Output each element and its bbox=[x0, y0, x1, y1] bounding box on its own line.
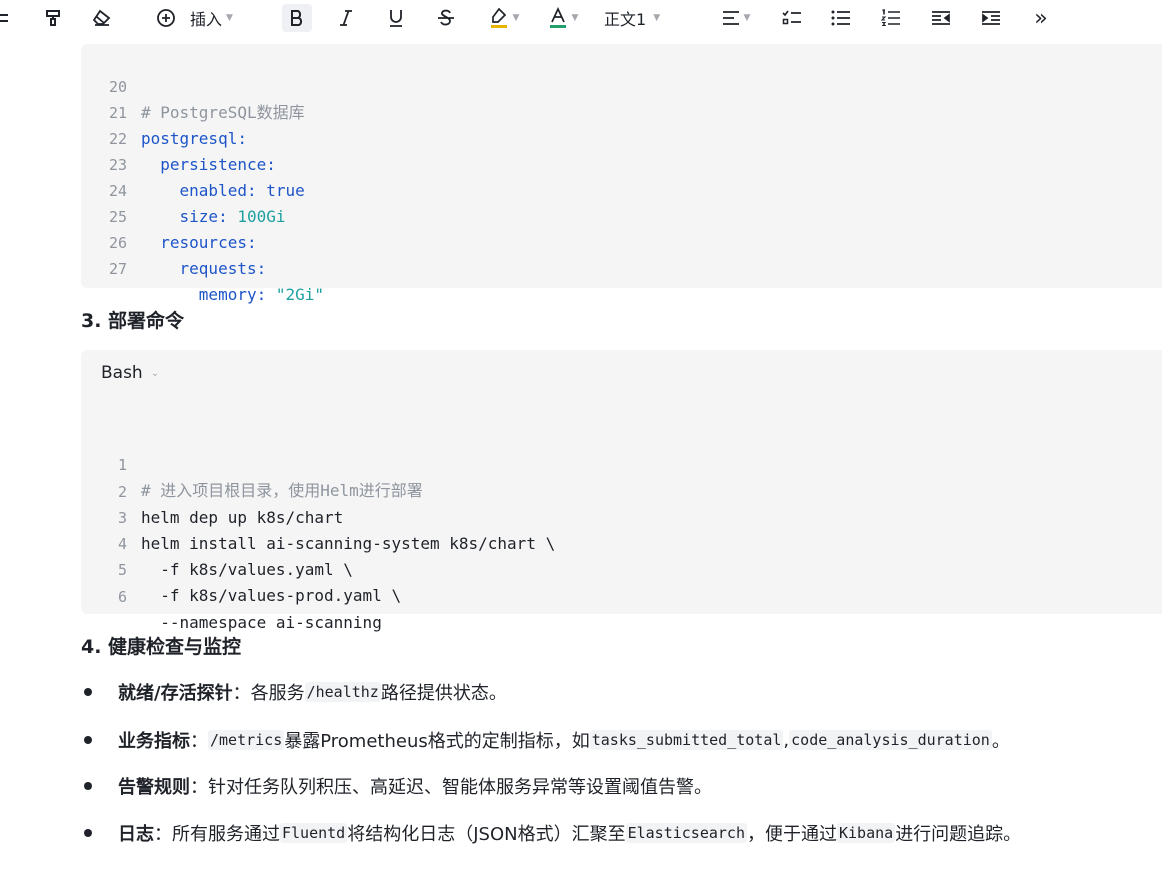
inline-code: code_analysis_duration bbox=[789, 730, 992, 750]
list-item: 就绪/存活探针 ：各服务/healthz 路径提供状态。 bbox=[81, 677, 507, 707]
underline-button[interactable] bbox=[382, 4, 410, 32]
align-button[interactable]: ▼ bbox=[716, 4, 756, 32]
bullet-term: 就绪/存活探针 bbox=[118, 683, 233, 704]
paragraph-style-value: 正文1 bbox=[604, 10, 647, 29]
yaml-key: postgresql: bbox=[141, 129, 247, 148]
code-comment: # 进入项目根目录，使用Helm进行部署 bbox=[141, 481, 423, 500]
chevron-down-icon: ▼ bbox=[512, 13, 520, 23]
inline-code: Fluentd bbox=[280, 823, 348, 843]
paragraph-style-dropdown[interactable]: 正文1 ▼ bbox=[604, 4, 668, 32]
chevron-down-icon: ⌄ bbox=[150, 367, 160, 379]
underline-icon bbox=[390, 10, 402, 27]
bold-icon bbox=[291, 10, 303, 26]
line-number: 27 bbox=[108, 260, 127, 278]
strikethrough-icon bbox=[438, 9, 454, 26]
yaml-key: size: bbox=[179, 207, 228, 226]
code-line: 23 enabled: true bbox=[81, 126, 305, 200]
yaml-key: enabled: bbox=[179, 181, 257, 200]
code-block-yaml[interactable]: 20 # PostgreSQL数据库 21 postgresql: 22 per… bbox=[81, 44, 1162, 304]
bullet-term: 日志 bbox=[118, 824, 154, 845]
code-line: 2 helm dep up k8s/chart bbox=[81, 453, 343, 527]
highlight-color-button[interactable]: ▼ bbox=[484, 4, 524, 32]
code-text: helm dep up k8s/chart bbox=[141, 508, 344, 527]
format-painter-icon[interactable] bbox=[40, 4, 66, 32]
code-line: 22 persistence: bbox=[81, 100, 276, 174]
bullet-term: 业务指标 bbox=[118, 731, 190, 752]
code-text: -f k8s/values-prod.yaml \ bbox=[141, 586, 402, 605]
list-item: 业务指标：/metrics 暴露Prometheus格式的定制指标，如 tasks_… bbox=[81, 725, 1010, 755]
indent-icon bbox=[982, 11, 1000, 25]
code-line: 25 resources: bbox=[81, 178, 257, 252]
language-selector[interactable]: Bash ⌄ bbox=[101, 363, 159, 383]
code-line: 6 --namespace ai-scanning bbox=[81, 558, 382, 632]
code-comment: # PostgreSQL数据库 bbox=[141, 103, 305, 122]
inline-code: Elasticsearch bbox=[625, 823, 747, 843]
bullet-dot bbox=[84, 782, 92, 790]
double-chevron-right-icon: » bbox=[1034, 5, 1048, 31]
indent-button[interactable] bbox=[979, 4, 1003, 32]
insert-button[interactable]: 插入 ▼ bbox=[156, 4, 240, 32]
plus-circle-icon bbox=[157, 9, 175, 27]
inline-code: /metrics bbox=[208, 730, 285, 750]
bullet-list-icon bbox=[831, 10, 850, 26]
code-block-bash[interactable]: Bash ⌄ 1 # 进入项目根目录，使用Helm进行部署 2 helm dep… bbox=[81, 350, 1162, 632]
list-item: 告警规则 ：针对任务队列积压、高延迟、智能体服务异常等设置阈值告警。 bbox=[81, 771, 712, 801]
yaml-key: resources: bbox=[160, 233, 257, 252]
bullet-list-button[interactable] bbox=[829, 4, 853, 32]
yaml-key: memory: bbox=[198, 285, 267, 304]
chevron-down-icon: ▼ bbox=[571, 13, 579, 23]
ordered-list-icon bbox=[881, 9, 900, 27]
ordered-list-button[interactable] bbox=[879, 4, 903, 32]
italic-icon bbox=[340, 10, 352, 26]
chevron-down-icon: ▼ bbox=[226, 13, 233, 23]
code-line: 26 requests: bbox=[81, 204, 266, 278]
line-number: 6 bbox=[117, 588, 127, 606]
bullet-dot bbox=[84, 688, 92, 696]
code-line: 27 memory: "2Gi" bbox=[81, 230, 324, 304]
list-item: 日志 ：所有服务通过 Fluentd 将结构化日志（JSON格式）汇聚至 Elastic… bbox=[81, 818, 1021, 848]
yaml-key: requests: bbox=[179, 259, 267, 278]
yaml-value: true bbox=[256, 181, 305, 200]
bullet-dot bbox=[84, 736, 92, 744]
code-line: 5 -f k8s/values-prod.yaml \ bbox=[81, 531, 401, 605]
code-line: 24 size: 100Gi bbox=[81, 152, 286, 226]
bullet-term: 告警规则 bbox=[118, 777, 190, 798]
undo-icon[interactable] bbox=[0, 4, 12, 32]
language-label: Bash bbox=[101, 363, 143, 383]
outdent-icon bbox=[932, 11, 950, 25]
bullet-dot bbox=[84, 829, 92, 837]
insert-label: 插入 bbox=[190, 10, 223, 29]
inline-code: Kibana bbox=[837, 823, 896, 843]
inline-code: /healthz bbox=[304, 682, 381, 702]
yaml-value: "2Gi" bbox=[266, 285, 325, 304]
bold-button[interactable] bbox=[282, 4, 312, 32]
italic-button[interactable] bbox=[332, 4, 360, 32]
chevron-down-icon: ▼ bbox=[653, 13, 661, 23]
checklist-icon bbox=[782, 10, 801, 25]
section-heading-deploy: 3. 部署命令 bbox=[81, 310, 185, 332]
chevron-down-icon: ▼ bbox=[743, 13, 751, 23]
code-line: 20 # PostgreSQL数据库 bbox=[81, 48, 305, 122]
outdent-button[interactable] bbox=[929, 4, 953, 32]
clear-format-icon[interactable] bbox=[88, 4, 116, 32]
code-text: -f k8s/values.yaml \ bbox=[141, 560, 353, 579]
inline-code: tasks_submitted_total bbox=[589, 730, 784, 750]
code-line: 1 # 进入项目根目录，使用Helm进行部署 bbox=[81, 426, 423, 500]
yaml-key: persistence: bbox=[160, 155, 276, 174]
strikethrough-button[interactable] bbox=[432, 4, 460, 32]
code-line: 4 -f k8s/values.yaml \ bbox=[81, 505, 353, 579]
task-list-button[interactable] bbox=[780, 4, 804, 32]
more-tools-button[interactable]: » bbox=[1030, 4, 1052, 32]
editor-toolbar: 插入 ▼ ▼ ▼ 正文1 ▼ ▼ » bbox=[0, 0, 1162, 38]
align-left-icon bbox=[722, 11, 739, 25]
code-line: 3 helm install ai-scanning-system k8s/ch… bbox=[81, 479, 555, 553]
yaml-value: 100Gi bbox=[227, 207, 286, 226]
font-color-button[interactable]: ▼ bbox=[544, 4, 582, 32]
highlighter-icon bbox=[490, 7, 507, 28]
code-text: helm install ai-scanning-system k8s/char… bbox=[141, 534, 556, 553]
font-color-icon bbox=[549, 7, 566, 28]
section-heading-health: 4. 健康检查与监控 bbox=[81, 636, 242, 658]
code-line: 21 postgresql: bbox=[81, 74, 247, 148]
